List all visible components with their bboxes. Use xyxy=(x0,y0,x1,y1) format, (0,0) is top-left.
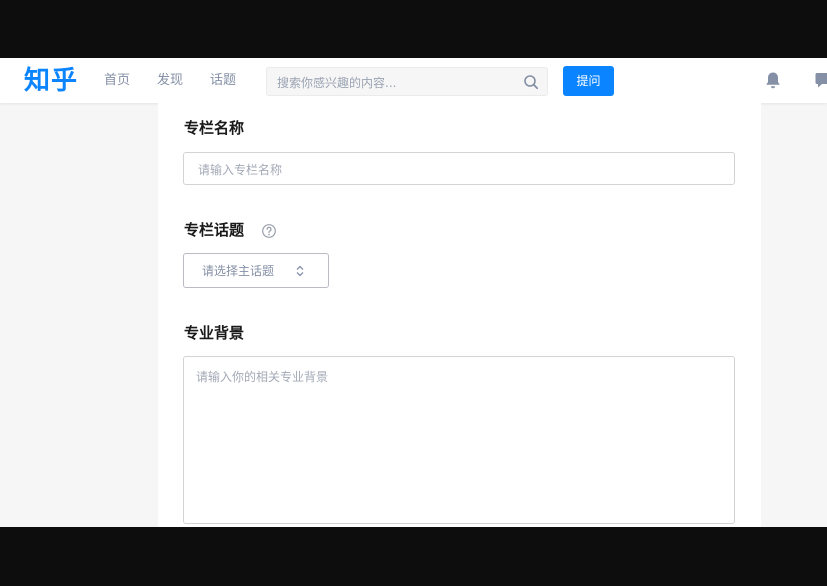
search-box[interactable] xyxy=(266,67,548,96)
topic-select[interactable]: 请选择主话题 xyxy=(183,253,329,288)
column-topic-label: 专栏话题 xyxy=(184,221,245,239)
column-name-input[interactable] xyxy=(196,160,720,180)
background-textarea[interactable] xyxy=(194,366,728,520)
column-form-card: 专栏名称 专栏话题 请选择主话题 专业背景 xyxy=(158,103,761,527)
ask-question-button[interactable]: 提问 xyxy=(563,66,614,96)
bell-icon[interactable] xyxy=(764,71,782,90)
message-icon[interactable] xyxy=(814,70,827,90)
search-icon[interactable] xyxy=(523,74,539,90)
background-label: 专业背景 xyxy=(184,324,245,342)
top-nav-bar: 知乎 首页 发现 话题 提问 xyxy=(0,58,827,103)
nav-home[interactable]: 首页 xyxy=(104,73,130,89)
zhihu-logo[interactable]: 知乎 xyxy=(24,64,78,98)
topic-select-text: 请选择主话题 xyxy=(202,264,275,278)
column-name-field[interactable] xyxy=(183,152,735,185)
up-down-arrows-icon xyxy=(296,265,304,277)
question-circle-icon[interactable] xyxy=(261,223,277,239)
app-window: 知乎 首页 发现 话题 提问 专栏名称 专栏话题 xyxy=(0,58,827,527)
background-field[interactable] xyxy=(183,356,735,524)
nav-discover[interactable]: 发现 xyxy=(157,73,183,89)
search-input[interactable] xyxy=(275,73,519,93)
column-name-label: 专栏名称 xyxy=(184,119,245,137)
nav-topics[interactable]: 话题 xyxy=(210,73,236,89)
